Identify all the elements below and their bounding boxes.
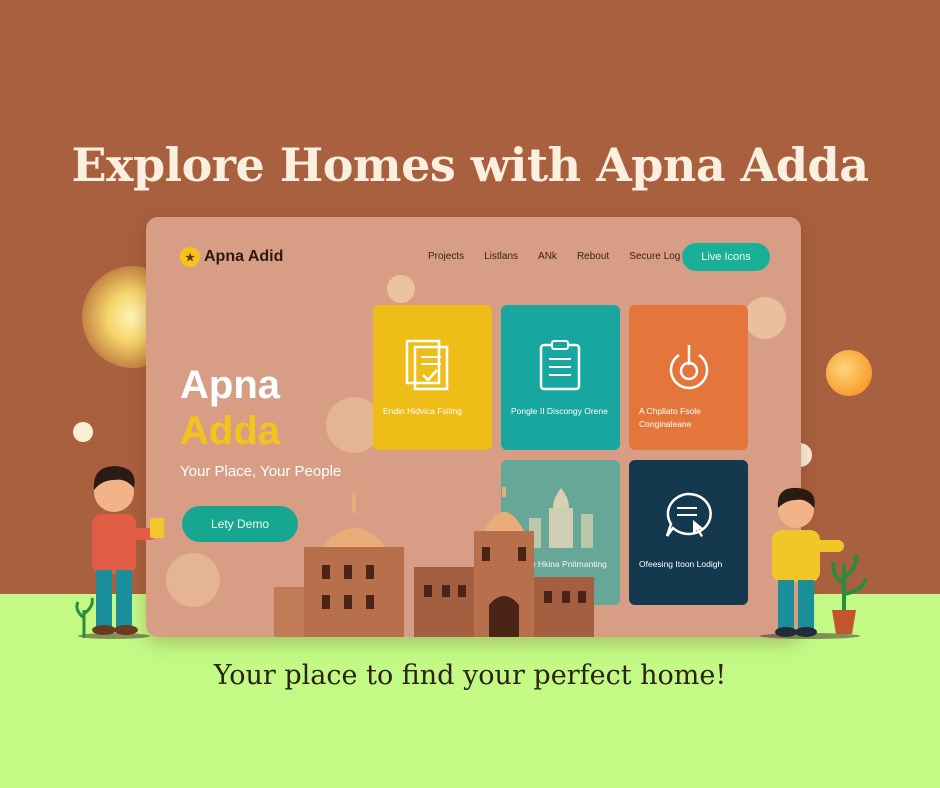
chat-cursor-icon xyxy=(665,492,712,537)
feature-card[interactable]: Endin Hidvica Fsiling xyxy=(373,305,492,450)
hero-title-line1: Apna xyxy=(180,363,280,407)
nav-item-ank[interactable]: ANk xyxy=(538,251,557,262)
feature-card[interactable]: A Chpliato Fsole Conginaleane xyxy=(629,305,748,450)
decor-bubble xyxy=(387,275,415,303)
hero-title-line2: Adda xyxy=(180,409,280,453)
card-title: Pongle II Discongy Orene xyxy=(511,406,608,416)
nav-item-rebout[interactable]: Rebout xyxy=(577,251,609,262)
headline: Explore Homes with Apna Adda xyxy=(71,138,869,192)
website-mockup: ★ Apna Adid Projects Listlans ANk Rebout… xyxy=(146,217,801,637)
card-title: Ofeesing Itoon Lodigh xyxy=(639,559,723,569)
logo[interactable]: ★ Apna Adid xyxy=(180,247,283,267)
live-icons-button[interactable]: Live Icons xyxy=(682,243,770,271)
nav-item-listings[interactable]: Listlans xyxy=(484,251,518,262)
nav-item-secure-log[interactable]: Secure Log xyxy=(629,251,680,262)
logo-icon: ★ xyxy=(180,247,200,267)
hero-subtitle: Your Place, Your People xyxy=(180,463,342,480)
feature-card[interactable]: Pongle II Discongy Orene xyxy=(501,305,620,450)
tagline: Your place to find your perfect home! xyxy=(213,660,727,691)
boy-illustration xyxy=(760,487,868,639)
palace-illustration xyxy=(274,487,594,637)
small-orb xyxy=(73,422,93,442)
orange-orb xyxy=(826,350,872,396)
decor-bubble xyxy=(744,297,786,339)
card-title: Endin Hidvica Fsiling xyxy=(383,406,462,416)
boy-with-phone-illustration xyxy=(75,466,164,639)
clipboard-icon xyxy=(539,340,581,391)
feature-card[interactable]: Ofeesing Itoon Lodigh xyxy=(629,460,748,605)
document-check-icon xyxy=(405,339,449,391)
nav-item-projects[interactable]: Projects xyxy=(428,251,464,262)
logo-text: Apna Adid xyxy=(204,248,284,265)
card-title: A Chpliato Fsole Conginaleane xyxy=(639,406,701,429)
power-icon xyxy=(669,345,709,390)
top-nav: Projects Listlans ANk Rebout Secure Log xyxy=(428,251,680,262)
